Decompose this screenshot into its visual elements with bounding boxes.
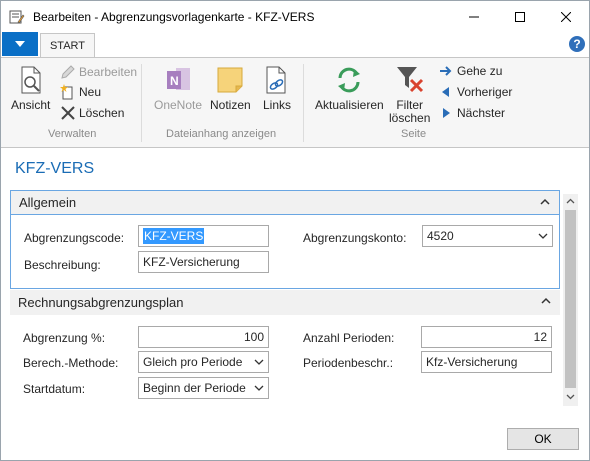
new-icon [60,84,73,100]
scrollbar-thumb[interactable] [565,210,576,388]
delete-icon [61,106,75,120]
fasttab-plan-header[interactable]: Rechnungsabgrenzungsplan [10,290,560,315]
refresh-icon [338,67,361,93]
gehe-zu-label: Gehe zu [457,64,503,78]
anzahl-perioden-label: Anzahl Perioden: [303,331,395,345]
help-icon[interactable]: ? [569,36,585,52]
fasttab-allgemein-header[interactable]: Allgemein [10,190,560,215]
berech-methode-select[interactable]: Gleich pro Periode [138,351,269,373]
chevron-up-icon [540,198,550,205]
fasttab-plan-title: Rechnungsabgrenzungsplan [18,295,184,310]
startdatum-value: Beginn der Periode [143,381,246,395]
anzahl-perioden-value: 12 [533,330,547,344]
ansicht-button[interactable]: Ansicht [11,64,50,112]
beschreibung-field[interactable]: KFZ-Versicherung [138,251,269,273]
minimize-icon [469,16,479,17]
filter-loeschen-label-2: löschen [389,111,431,125]
chevron-down-icon [254,385,264,391]
periodenbeschr-label: Periodenbeschr.: [303,356,394,370]
tab-start[interactable]: START [40,33,95,58]
scroll-down-icon[interactable] [566,392,575,401]
abgrenzungskonto-value: 4520 [427,229,454,243]
abgrenzungskonto-select[interactable]: 4520 [422,225,553,247]
aktualisieren-label: Aktualisieren [315,98,384,112]
vorheriger-label: Vorheriger [457,85,513,99]
links-button[interactable]: Links [261,64,293,112]
gehe-zu-button[interactable]: Gehe zu [438,62,502,80]
fasttab-allgemein-title: Allgemein [19,195,77,210]
close-icon [561,11,571,22]
ansicht-label: Ansicht [11,98,51,112]
filter-loeschen-button[interactable]: Filter löschen [389,64,430,125]
onenote-icon: N [167,68,191,90]
group-separator [303,64,304,142]
chevron-down-icon [538,233,548,239]
clear-filter-icon [396,67,423,93]
page-title: KFZ-VERS [15,160,95,177]
vertical-scrollbar[interactable] [563,194,578,406]
scroll-up-icon[interactable] [566,197,575,206]
abgrenzungscode-label: Abgrenzungscode: [24,231,125,245]
links-label: Links [262,98,291,112]
minimize-button[interactable] [451,1,497,32]
beschreibung-label: Beschreibung: [24,258,101,272]
chevron-down-icon [15,41,25,47]
title-bar: Bearbeiten - Abgrenzungsvorlagenkarte - … [0,0,590,32]
onenote-label: OneNote [154,98,203,112]
loeschen-button[interactable]: Löschen [60,104,124,122]
previous-icon [442,87,449,97]
berech-methode-label: Berech.-Methode: [23,356,119,370]
view-icon [21,66,41,94]
abgrenzungscode-value: KFZ-VERS [143,228,205,244]
periodenbeschr-field[interactable]: Kfz-Versicherung [421,351,552,373]
berech-methode-value: Gleich pro Periode [143,355,243,369]
chevron-down-icon [254,359,264,365]
vorheriger-button[interactable]: Vorheriger [438,83,512,101]
app-icon [9,10,25,24]
startdatum-label: Startdatum: [23,382,86,396]
group-label-verwalten: Verwalten [48,128,97,140]
abgrenzungskonto-label: Abgrenzungskonto: [303,231,407,245]
fasttab-allgemein-body: Abgrenzungscode: KFZ-VERS Beschreibung: … [10,215,560,289]
group-label-seite: Seite [401,128,427,140]
abgrenzung-value: 100 [243,330,264,344]
abgrenzung-field[interactable]: 100 [138,326,269,348]
ok-button[interactable]: OK [507,428,579,450]
pencil-icon [61,65,75,79]
beschreibung-value: KFZ-Versicherung [143,255,240,269]
neu-label: Neu [79,85,102,99]
abgrenzungscode-field[interactable]: KFZ-VERS [138,225,269,247]
abgrenzung-label: Abgrenzung %: [23,331,106,345]
notizen-button[interactable]: Notizen [210,64,251,112]
maximize-button[interactable] [497,1,543,32]
group-label-dateianhang: Dateianhang anzeigen [166,128,277,140]
app-menu-button[interactable] [2,32,38,56]
onenote-button[interactable]: N OneNote [154,64,202,112]
bearbeiten-button[interactable]: Bearbeiten [60,63,137,81]
chevron-up-icon [541,297,551,304]
neu-button[interactable]: Neu [60,83,101,101]
startdatum-select[interactable]: Beginn der Periode [138,377,269,399]
link-icon [266,66,286,94]
periodenbeschr-value: Kfz-Versicherung [426,355,518,369]
svg-text:N: N [170,74,179,88]
naechster-label: Nächster [457,106,506,120]
maximize-icon [515,11,525,22]
ribbon: Ansicht Bearbeiten Neu Löschen Verwalten… [0,57,590,148]
ribbon-tab-row: START ? [0,32,590,58]
close-button[interactable] [543,1,589,32]
notizen-label: Notizen [210,98,251,112]
content-area: Allgemein Abgrenzungscode: KFZ-VERS Besc… [10,189,578,411]
window-title: Bearbeiten - Abgrenzungsvorlagenkarte - … [33,10,315,24]
loeschen-label: Löschen [79,106,125,120]
notes-icon [217,67,243,93]
aktualisieren-button[interactable]: Aktualisieren [315,64,384,112]
bearbeiten-label: Bearbeiten [79,65,138,79]
next-icon [443,108,450,118]
naechster-button[interactable]: Nächster [438,104,505,122]
arrow-right-icon [440,66,452,76]
anzahl-perioden-field[interactable]: 12 [421,326,552,348]
group-separator [141,64,142,142]
